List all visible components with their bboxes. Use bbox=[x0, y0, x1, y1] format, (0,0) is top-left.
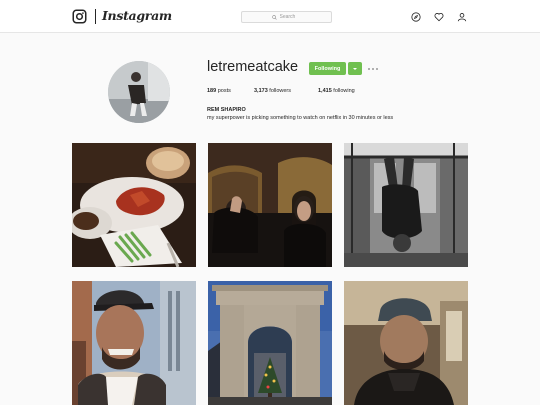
explore-compass-icon[interactable] bbox=[411, 12, 421, 22]
post-thumbnail[interactable] bbox=[344, 143, 468, 267]
post-thumbnail[interactable] bbox=[72, 143, 196, 267]
instagram-camera-icon[interactable] bbox=[72, 9, 87, 24]
following-stat[interactable]: 1,415 following bbox=[318, 88, 355, 94]
followers-stat[interactable]: 3,173 followers bbox=[254, 88, 291, 94]
person-icon[interactable] bbox=[457, 12, 467, 22]
posts-stat: 189 posts bbox=[207, 88, 231, 94]
search-box[interactable] bbox=[241, 11, 332, 23]
more-options-icon[interactable] bbox=[368, 66, 380, 71]
search-input[interactable] bbox=[279, 14, 302, 20]
caret-down-icon bbox=[353, 67, 357, 70]
post-thumbnail[interactable] bbox=[72, 281, 196, 405]
post-thumbnail[interactable] bbox=[208, 143, 332, 267]
profile-full-name: REM SHAPIRO bbox=[207, 107, 246, 113]
search-icon bbox=[271, 14, 277, 20]
post-thumbnail[interactable] bbox=[344, 281, 468, 405]
profile-username: letremeatcake bbox=[207, 59, 299, 75]
suggestions-dropdown-button[interactable] bbox=[348, 62, 362, 75]
profile-bio: my superpower is picking something to wa… bbox=[207, 115, 394, 121]
avatar[interactable] bbox=[108, 61, 170, 123]
post-thumbnail[interactable] bbox=[208, 281, 332, 405]
top-nav: Instagram bbox=[0, 0, 540, 33]
instagram-wordmark[interactable]: Instagram bbox=[102, 8, 172, 23]
following-button[interactable]: Following bbox=[309, 62, 346, 75]
heart-icon[interactable] bbox=[434, 12, 444, 22]
nav-divider bbox=[95, 9, 96, 24]
